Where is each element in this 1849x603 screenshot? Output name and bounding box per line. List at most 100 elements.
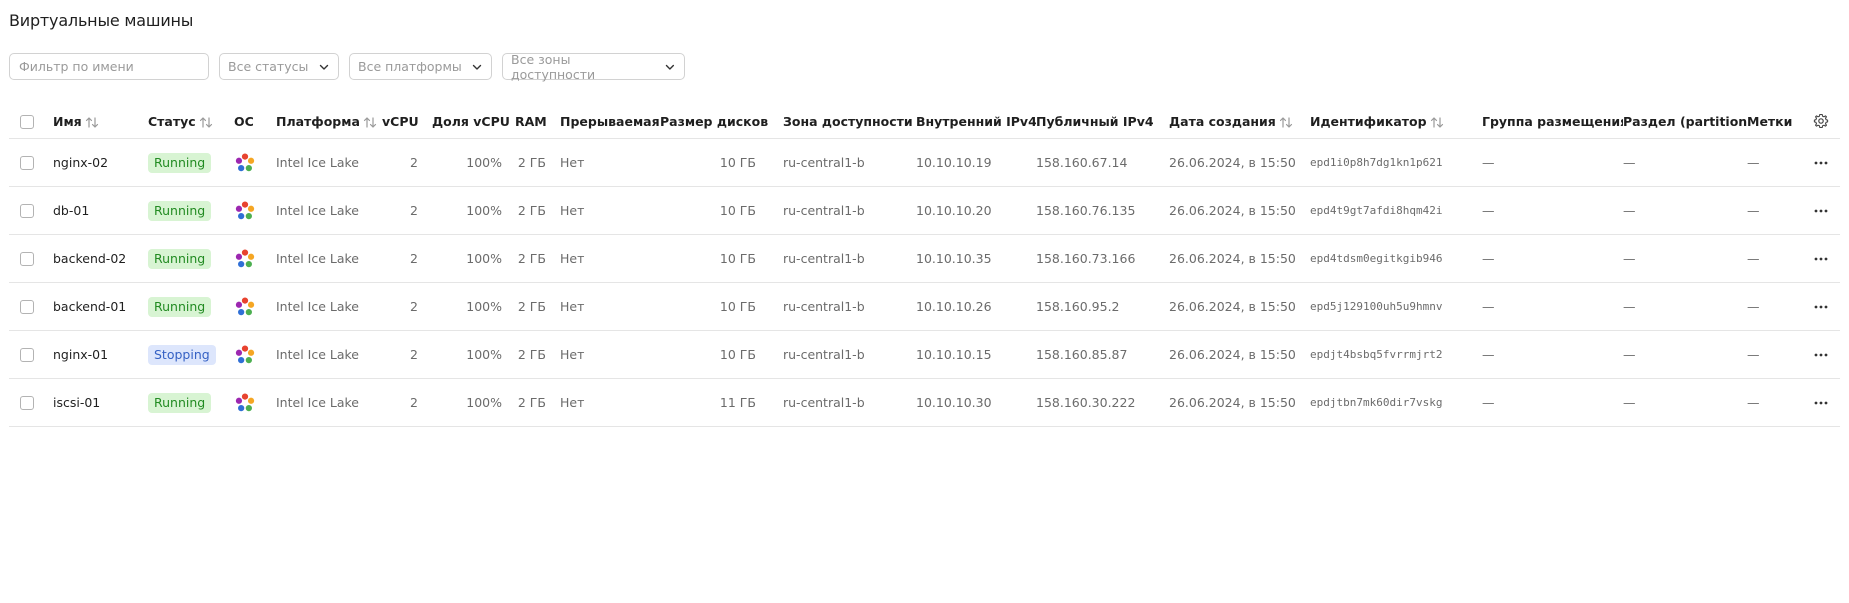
status-badge: Stopping bbox=[148, 344, 216, 365]
sort-arrows-icon bbox=[85, 116, 98, 128]
preemptible-cell: Нет bbox=[560, 378, 660, 427]
col-id[interactable]: Идентификатор bbox=[1310, 104, 1482, 139]
ram-cell: 2 ГБ bbox=[515, 330, 560, 379]
col-status[interactable]: Статус bbox=[148, 104, 234, 139]
row-checkbox[interactable] bbox=[20, 396, 34, 411]
platform-cell: Intel Ice Lake bbox=[276, 234, 382, 283]
zone-filter-select[interactable]: Все зоны доступности bbox=[502, 51, 685, 82]
col-name[interactable]: Имя bbox=[53, 104, 148, 139]
col-partition: Раздел (partition) bbox=[1623, 104, 1747, 139]
page-title: Виртуальные машины bbox=[9, 11, 194, 30]
ram-cell: 2 ГБ bbox=[515, 234, 560, 283]
row-checkbox[interactable] bbox=[20, 348, 34, 363]
os-cell bbox=[234, 234, 276, 283]
table-row[interactable]: nginx-02 Running Intel Ice Lake 2 100% 2… bbox=[9, 138, 1840, 187]
vm-name[interactable]: iscsi-01 bbox=[53, 378, 148, 427]
select-all-cell bbox=[9, 104, 53, 139]
col-id-label: Идентификатор bbox=[1310, 113, 1427, 129]
name-filter-input[interactable] bbox=[9, 53, 209, 80]
platform-cell: Intel Ice Lake bbox=[276, 330, 382, 379]
chevron-down-icon bbox=[665, 64, 675, 70]
table-row[interactable]: db-01 Running Intel Ice Lake 2 100% 2 ГБ… bbox=[9, 186, 1840, 235]
vm-name[interactable]: backend-02 bbox=[53, 234, 148, 283]
partition-cell: — bbox=[1623, 282, 1747, 331]
table-row[interactable]: iscsi-01 Running Intel Ice Lake 2 100% 2… bbox=[9, 378, 1840, 427]
row-menu-cell bbox=[1802, 282, 1840, 331]
vcpu-share-cell: 100% bbox=[432, 282, 515, 331]
col-created[interactable]: Дата создания bbox=[1169, 104, 1310, 139]
row-select-cell bbox=[9, 330, 53, 379]
vm-name[interactable]: nginx-02 bbox=[53, 138, 148, 187]
internal-ip-cell: 10.10.10.30 bbox=[916, 378, 1036, 427]
labels-cell: — bbox=[1747, 138, 1802, 187]
vm-name[interactable]: nginx-01 bbox=[53, 330, 148, 379]
vcpu-share-cell: 100% bbox=[432, 186, 515, 235]
ram-cell: 2 ГБ bbox=[515, 138, 560, 187]
vm-id-cell: epd5j129100uh5u9hmnv bbox=[1310, 282, 1482, 331]
zone-filter-label: Все зоны доступности bbox=[511, 51, 596, 82]
row-checkbox[interactable] bbox=[20, 300, 34, 315]
sort-arrows-icon bbox=[363, 116, 376, 128]
col-placement-group: Группа размещения bbox=[1482, 104, 1623, 139]
vcpu-share-cell: 100% bbox=[432, 330, 515, 379]
disk-size-cell: 10 ГБ bbox=[660, 186, 769, 235]
more-horizontal-icon[interactable] bbox=[1813, 203, 1829, 219]
disk-size-cell: 11 ГБ bbox=[660, 378, 769, 427]
row-menu-cell bbox=[1802, 186, 1840, 235]
placement-group-cell: — bbox=[1482, 378, 1623, 427]
row-checkbox[interactable] bbox=[20, 156, 34, 171]
more-horizontal-icon[interactable] bbox=[1813, 347, 1829, 363]
row-menu-cell bbox=[1802, 234, 1840, 283]
row-checkbox[interactable] bbox=[20, 204, 34, 219]
row-menu-cell bbox=[1802, 330, 1840, 379]
labels-cell: — bbox=[1747, 330, 1802, 379]
preemptible-cell: Нет bbox=[560, 138, 660, 187]
status-badge: Running bbox=[148, 248, 212, 269]
labels-cell: — bbox=[1747, 186, 1802, 235]
col-status-label: Статус bbox=[148, 113, 196, 129]
settings-cell bbox=[1802, 104, 1840, 139]
vcpu-cell: 2 bbox=[382, 282, 432, 331]
placement-group-cell: — bbox=[1482, 282, 1623, 331]
status-badge: Running bbox=[148, 152, 212, 173]
vcpu-cell: 2 bbox=[382, 378, 432, 427]
table-row[interactable]: nginx-01 Stopping Intel Ice Lake 2 100% … bbox=[9, 330, 1840, 379]
filters-bar: Все статусы Все платформы Все зоны досту… bbox=[9, 51, 685, 82]
col-labels: Метки bbox=[1747, 104, 1802, 139]
created-cell: 26.06.2024, в 15:50 bbox=[1169, 330, 1310, 379]
select-all-checkbox[interactable] bbox=[20, 114, 34, 129]
vm-name[interactable]: db-01 bbox=[53, 186, 148, 235]
placement-group-cell: — bbox=[1482, 234, 1623, 283]
sort-arrows-icon bbox=[199, 116, 212, 128]
preemptible-cell: Нет bbox=[560, 234, 660, 283]
created-cell: 26.06.2024, в 15:50 bbox=[1169, 234, 1310, 283]
status-cell: Running bbox=[148, 234, 234, 283]
more-horizontal-icon[interactable] bbox=[1813, 395, 1829, 411]
page: Виртуальные машины Все статусы Все платф… bbox=[0, 0, 1849, 603]
status-filter-select[interactable]: Все статусы bbox=[219, 53, 339, 80]
col-ram: RAM bbox=[515, 104, 560, 139]
partition-cell: — bbox=[1623, 186, 1747, 235]
vm-name[interactable]: backend-01 bbox=[53, 282, 148, 331]
more-horizontal-icon[interactable] bbox=[1813, 155, 1829, 171]
os-logo-icon bbox=[235, 152, 255, 171]
gear-icon[interactable] bbox=[1813, 113, 1829, 129]
os-logo-icon bbox=[235, 296, 255, 315]
col-os: ОС bbox=[234, 104, 276, 139]
col-platform[interactable]: Платформа bbox=[276, 104, 382, 139]
platform-filter-select[interactable]: Все платформы bbox=[349, 53, 492, 80]
status-cell: Running bbox=[148, 186, 234, 235]
os-cell bbox=[234, 186, 276, 235]
col-zone[interactable]: Зона доступности bbox=[769, 104, 916, 139]
more-horizontal-icon[interactable] bbox=[1813, 299, 1829, 315]
disk-size-cell: 10 ГБ bbox=[660, 282, 769, 331]
row-checkbox[interactable] bbox=[20, 252, 34, 267]
table-row[interactable]: backend-01 Running Intel Ice Lake 2 100%… bbox=[9, 282, 1840, 331]
table-row[interactable]: backend-02 Running Intel Ice Lake 2 100%… bbox=[9, 234, 1840, 283]
os-cell bbox=[234, 282, 276, 331]
vcpu-cell: 2 bbox=[382, 186, 432, 235]
more-horizontal-icon[interactable] bbox=[1813, 251, 1829, 267]
placement-group-cell: — bbox=[1482, 186, 1623, 235]
vm-id-cell: epd4t9gt7afdi8hqm42i bbox=[1310, 186, 1482, 235]
preemptible-cell: Нет bbox=[560, 186, 660, 235]
